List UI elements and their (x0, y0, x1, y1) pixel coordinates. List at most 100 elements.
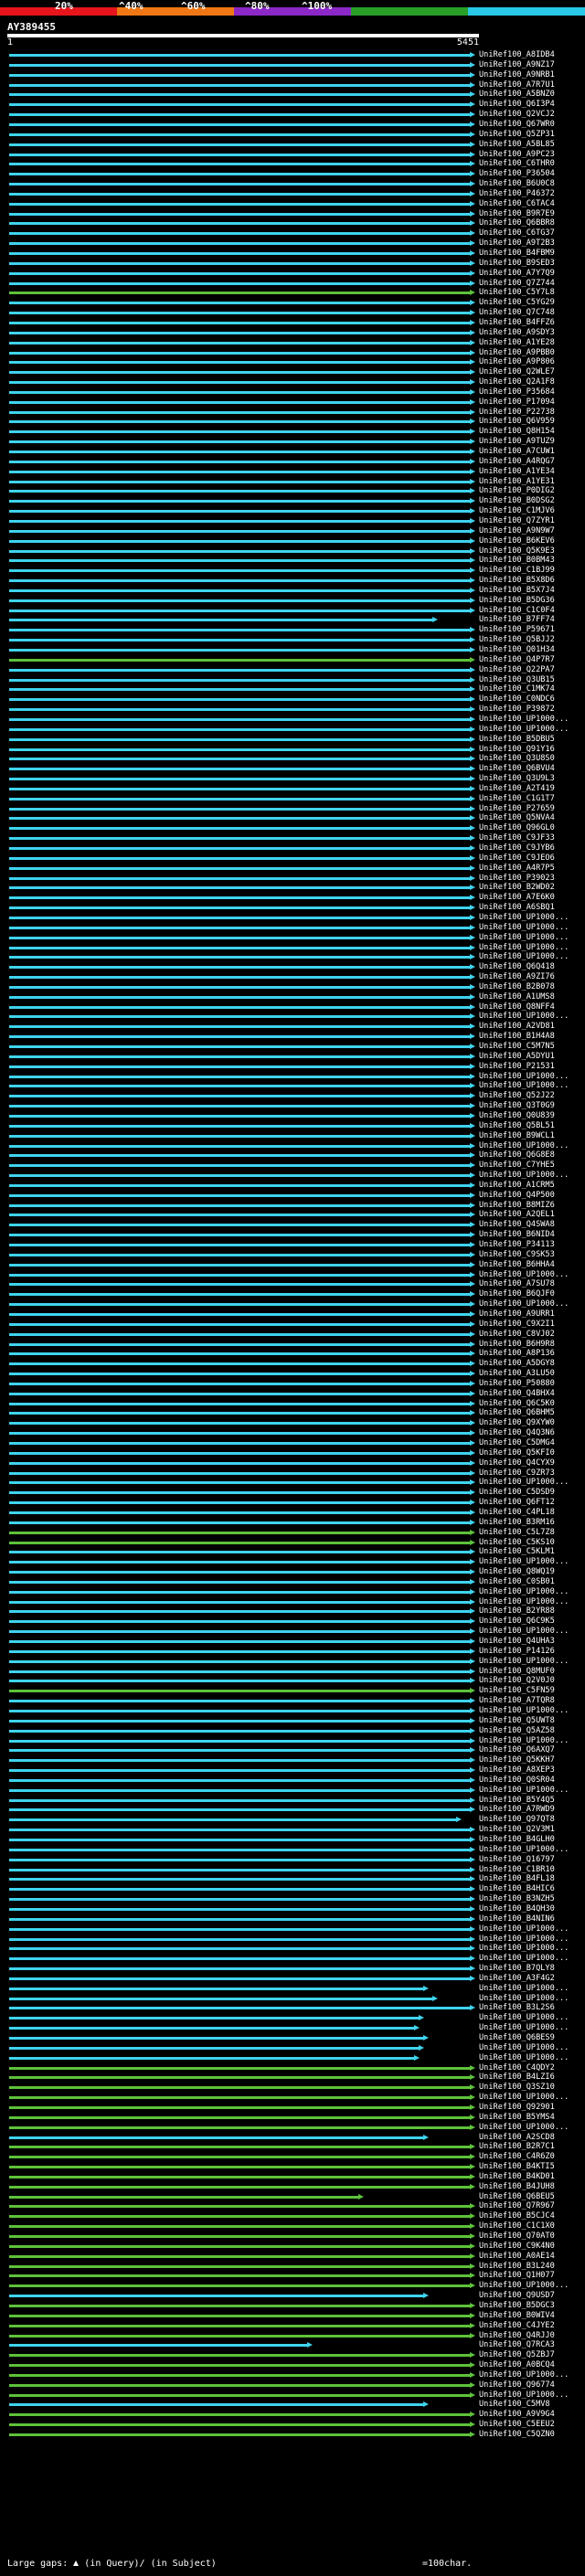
hit-label[interactable]: UniRef100_Q3U8S0 (479, 754, 555, 764)
hit-row[interactable]: UniRef100_B6QJF0 (0, 1289, 585, 1299)
hit-row[interactable]: UniRef100_C1MJV6 (0, 506, 585, 516)
hit-row[interactable]: UniRef100_B0DSG2 (0, 496, 585, 506)
hit-label[interactable]: UniRef100_Q6G8E8 (479, 1150, 555, 1161)
hit-row[interactable]: UniRef100_A9N9W7 (0, 526, 585, 536)
hit-label[interactable]: UniRef100_C1MK74 (479, 684, 555, 694)
hit-label[interactable]: UniRef100_B4JUH8 (479, 2182, 555, 2192)
hit-label[interactable]: UniRef100_Q52J22 (479, 1091, 555, 1101)
hit-label[interactable]: UniRef100_Q70AT0 (479, 2231, 555, 2242)
hit-label[interactable]: UniRef100_C4PL18 (479, 1508, 555, 1518)
hit-label[interactable]: UniRef100_C0SB01 (479, 1577, 555, 1587)
hit-row[interactable]: UniRef100_A7Y7Q9 (0, 269, 585, 279)
hit-label[interactable]: UniRef100_B9SED3 (479, 259, 555, 269)
hit-row[interactable]: UniRef100_C9K4N0 (0, 2242, 585, 2252)
hit-label[interactable]: UniRef100_UP1000... (479, 1141, 569, 1151)
hit-row[interactable]: UniRef100_A8XEP3 (0, 1765, 585, 1776)
hit-label[interactable]: UniRef100_Q5KKH7 (479, 1755, 555, 1765)
hit-label[interactable]: UniRef100_UP1000... (479, 1786, 569, 1796)
hit-label[interactable]: UniRef100_A5DYU1 (479, 1052, 555, 1062)
hit-label[interactable]: UniRef100_Q2VCJ2 (479, 110, 555, 120)
hit-label[interactable]: UniRef100_Q6AXQ7 (479, 1745, 555, 1755)
hit-row[interactable]: UniRef100_C9X2I1 (0, 1320, 585, 1330)
hit-row[interactable]: UniRef100_B5CJC4 (0, 2211, 585, 2221)
hit-row[interactable]: UniRef100_B4NIN6 (0, 1914, 585, 1924)
hit-row[interactable]: UniRef100_A1YE28 (0, 338, 585, 348)
hit-row[interactable]: UniRef100_UP1000... (0, 1706, 585, 1716)
hit-row[interactable]: UniRef100_A9PBB0 (0, 348, 585, 358)
hit-row[interactable]: UniRef100_C1BR10 (0, 1865, 585, 1875)
hit-label[interactable]: UniRef100_A4RQG7 (479, 457, 555, 467)
hit-label[interactable]: UniRef100_A8XEP3 (479, 1765, 555, 1776)
hit-label[interactable]: UniRef100_Q5BJJ2 (479, 635, 555, 645)
hit-label[interactable]: UniRef100_C1MJV6 (479, 506, 555, 516)
hit-row[interactable]: UniRef100_Q5UWT8 (0, 1716, 585, 1726)
hit-label[interactable]: UniRef100_UP1000... (479, 1994, 569, 2004)
hit-label[interactable]: UniRef100_B2WD02 (479, 883, 555, 893)
hit-row[interactable]: UniRef100_B9SED3 (0, 259, 585, 269)
hit-row[interactable]: UniRef100_B0BM43 (0, 556, 585, 566)
hit-label[interactable]: UniRef100_B6KEV6 (479, 536, 555, 546)
hit-row[interactable]: UniRef100_UP1000... (0, 1081, 585, 1091)
hit-label[interactable]: UniRef100_UP1000... (479, 2281, 569, 2291)
hit-row[interactable]: UniRef100_C5FN59 (0, 1686, 585, 1696)
hit-label[interactable]: UniRef100_UP1000... (479, 943, 569, 953)
hit-label[interactable]: UniRef100_Q5UWT8 (479, 1716, 555, 1726)
hit-label[interactable]: UniRef100_B9WCL1 (479, 1131, 555, 1141)
hit-label[interactable]: UniRef100_A6SBQ1 (479, 903, 555, 913)
hit-row[interactable]: UniRef100_Q7RCA3 (0, 2340, 585, 2350)
hit-label[interactable]: UniRef100_Q8H154 (479, 427, 555, 437)
hit-label[interactable]: UniRef100_C5EEU2 (479, 2420, 555, 2430)
hit-label[interactable]: UniRef100_A9TUZ9 (479, 437, 555, 447)
hit-label[interactable]: UniRef100_Q97QT8 (479, 1815, 555, 1825)
hit-row[interactable]: UniRef100_C9SK53 (0, 1250, 585, 1260)
hit-row[interactable]: UniRef100_UP1000... (0, 1736, 585, 1746)
hit-label[interactable]: UniRef100_Q2WLE7 (479, 367, 555, 377)
hit-row[interactable]: UniRef100_A3LU50 (0, 1369, 585, 1379)
hit-row[interactable]: UniRef100_C5DSD9 (0, 1488, 585, 1498)
hit-row[interactable]: UniRef100_Q7Z744 (0, 279, 585, 289)
hit-row[interactable]: UniRef100_Q16797 (0, 1855, 585, 1865)
hit-row[interactable]: UniRef100_Q8H154 (0, 427, 585, 437)
hit-row[interactable]: UniRef100_A2VD81 (0, 1022, 585, 1032)
hit-row[interactable]: UniRef100_UP1000... (0, 2281, 585, 2291)
hit-row[interactable]: UniRef100_B4KD01 (0, 2172, 585, 2182)
hit-row[interactable]: UniRef100_UP1000... (0, 2053, 585, 2063)
hit-label[interactable]: UniRef100_Q16797 (479, 1855, 555, 1865)
hit-row[interactable]: UniRef100_B4QH30 (0, 1904, 585, 1914)
hit-row[interactable]: UniRef100_A9ZI76 (0, 972, 585, 982)
hit-row[interactable]: UniRef100_A7RWD9 (0, 1805, 585, 1815)
hit-row[interactable]: UniRef100_C1BJ99 (0, 566, 585, 576)
hit-row[interactable]: UniRef100_B4KTI5 (0, 2162, 585, 2172)
hit-row[interactable]: UniRef100_P14126 (0, 1647, 585, 1657)
hit-row[interactable]: UniRef100_P27659 (0, 804, 585, 814)
hit-row[interactable]: UniRef100_P0DIG2 (0, 486, 585, 496)
hit-label[interactable]: UniRef100_C5YG29 (479, 298, 555, 308)
hit-label[interactable]: UniRef100_C7YHE5 (479, 1161, 555, 1171)
hit-label[interactable]: UniRef100_UP1000... (479, 1657, 569, 1667)
hit-label[interactable]: UniRef100_B6HHA4 (479, 1260, 555, 1270)
hit-label[interactable]: UniRef100_B2R7C1 (479, 2142, 555, 2152)
hit-row[interactable]: UniRef100_Q6BVU4 (0, 764, 585, 774)
hit-label[interactable]: UniRef100_UP1000... (479, 1557, 569, 1567)
hit-label[interactable]: UniRef100_A9P806 (479, 357, 555, 367)
hit-row[interactable]: UniRef100_Q8MUF0 (0, 1667, 585, 1677)
hit-label[interactable]: UniRef100_C5QZN0 (479, 2430, 555, 2440)
hit-row[interactable]: UniRef100_B5YMS4 (0, 2113, 585, 2123)
hit-label[interactable]: UniRef100_UP1000... (479, 1171, 569, 1181)
hit-row[interactable]: UniRef100_C1C0F4 (0, 606, 585, 616)
hit-row[interactable]: UniRef100_Q4P7R7 (0, 655, 585, 665)
hit-row[interactable]: UniRef100_A7SU78 (0, 1279, 585, 1289)
hit-row[interactable]: UniRef100_C5EEU2 (0, 2420, 585, 2430)
hit-label[interactable]: UniRef100_Q22PA7 (479, 665, 555, 675)
hit-row[interactable]: UniRef100_C0NDC6 (0, 694, 585, 705)
hit-row[interactable]: UniRef100_C5M7N5 (0, 1042, 585, 1052)
hit-row[interactable]: UniRef100_B4FL18 (0, 1874, 585, 1884)
hit-label[interactable]: UniRef100_UP1000... (479, 1954, 569, 1964)
hit-label[interactable]: UniRef100_UP1000... (479, 1299, 569, 1309)
hit-label[interactable]: UniRef100_A7TQR8 (479, 1696, 555, 1706)
hit-label[interactable]: UniRef100_P27659 (479, 804, 555, 814)
hit-label[interactable]: UniRef100_Q8WQ19 (479, 1567, 555, 1577)
hit-label[interactable]: UniRef100_Q6I3P4 (479, 100, 555, 110)
hit-label[interactable]: UniRef100_Q4UHA3 (479, 1637, 555, 1647)
hit-label[interactable]: UniRef100_Q4CYX9 (479, 1458, 555, 1468)
